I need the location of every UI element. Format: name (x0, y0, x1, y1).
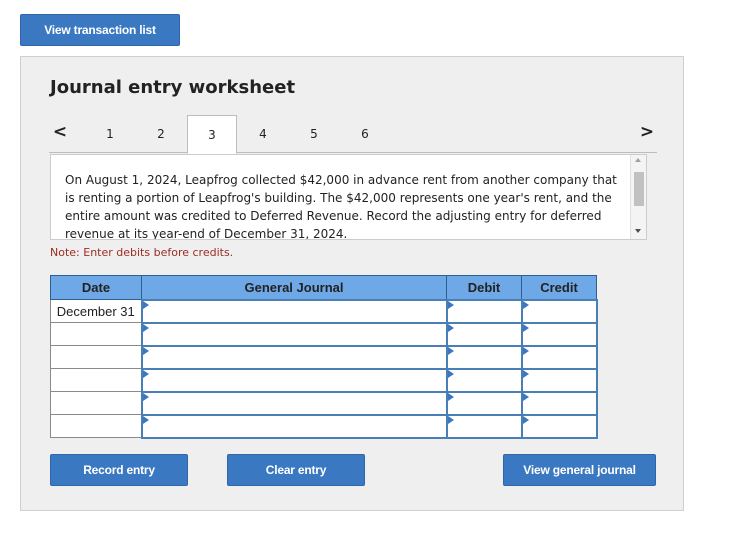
entry-tabs: < 1 2 3 4 5 6 > (21, 113, 685, 154)
debit-input[interactable] (445, 298, 523, 324)
scroll-thumb[interactable] (634, 172, 644, 206)
credit-input[interactable] (520, 321, 598, 347)
table-row (50, 390, 598, 416)
credit-input[interactable] (520, 413, 598, 439)
account-select[interactable] (140, 390, 448, 416)
credit-header: Credit (521, 275, 597, 300)
date-cell (50, 322, 142, 346)
journal-table: Date General Journal Debit Credit Decemb… (50, 275, 598, 439)
account-select[interactable] (140, 413, 448, 439)
debit-input[interactable] (445, 413, 523, 439)
clear-entry-button[interactable]: Clear entry (227, 454, 365, 486)
date-cell: December 31 (50, 299, 142, 323)
scroll-down-icon[interactable] (635, 229, 641, 233)
table-row (50, 344, 598, 370)
date-cell (50, 414, 142, 438)
next-arrow-icon[interactable]: > (637, 117, 657, 147)
tab-4[interactable]: 4 (238, 115, 288, 153)
tab-2[interactable]: 2 (136, 115, 186, 153)
prev-arrow-icon[interactable]: < (50, 117, 70, 147)
debit-input[interactable] (445, 390, 523, 416)
page-title: Journal entry worksheet (50, 77, 296, 98)
credit-input[interactable] (520, 390, 598, 416)
debit-input[interactable] (445, 344, 523, 370)
debit-input[interactable] (445, 321, 523, 347)
table-row (50, 367, 598, 393)
date-cell (50, 368, 142, 392)
debit-input[interactable] (445, 367, 523, 393)
account-select[interactable] (140, 321, 448, 347)
table-row: December 31 (50, 298, 598, 324)
entry-note: Note: Enter debits before credits. (50, 246, 234, 259)
date-cell (50, 345, 142, 369)
account-select[interactable] (140, 298, 448, 324)
problem-text: On August 1, 2024, Leapfrog collected $4… (65, 173, 617, 240)
tab-6[interactable]: 6 (340, 115, 390, 153)
view-general-journal-button[interactable]: View general journal (503, 454, 656, 486)
tab-3[interactable]: 3 (187, 115, 237, 154)
problem-statement-box[interactable]: On August 1, 2024, Leapfrog collected $4… (50, 154, 647, 240)
tab-1[interactable]: 1 (85, 115, 135, 153)
problem-scrollbar[interactable] (630, 155, 646, 239)
general-journal-header: General Journal (141, 275, 447, 300)
credit-input[interactable] (520, 344, 598, 370)
scroll-up-icon[interactable] (635, 158, 641, 162)
credit-input[interactable] (520, 298, 598, 324)
account-select[interactable] (140, 367, 448, 393)
view-transaction-list-button[interactable]: View transaction list (20, 14, 180, 46)
credit-input[interactable] (520, 367, 598, 393)
record-entry-button[interactable]: Record entry (50, 454, 188, 486)
date-cell (50, 391, 142, 415)
table-row (50, 321, 598, 347)
tab-5[interactable]: 5 (289, 115, 339, 153)
journal-entry-panel: Journal entry worksheet < 1 2 3 4 5 6 > … (20, 56, 684, 511)
account-select[interactable] (140, 344, 448, 370)
table-row (50, 413, 598, 439)
date-header: Date (50, 275, 142, 300)
debit-header: Debit (446, 275, 522, 300)
